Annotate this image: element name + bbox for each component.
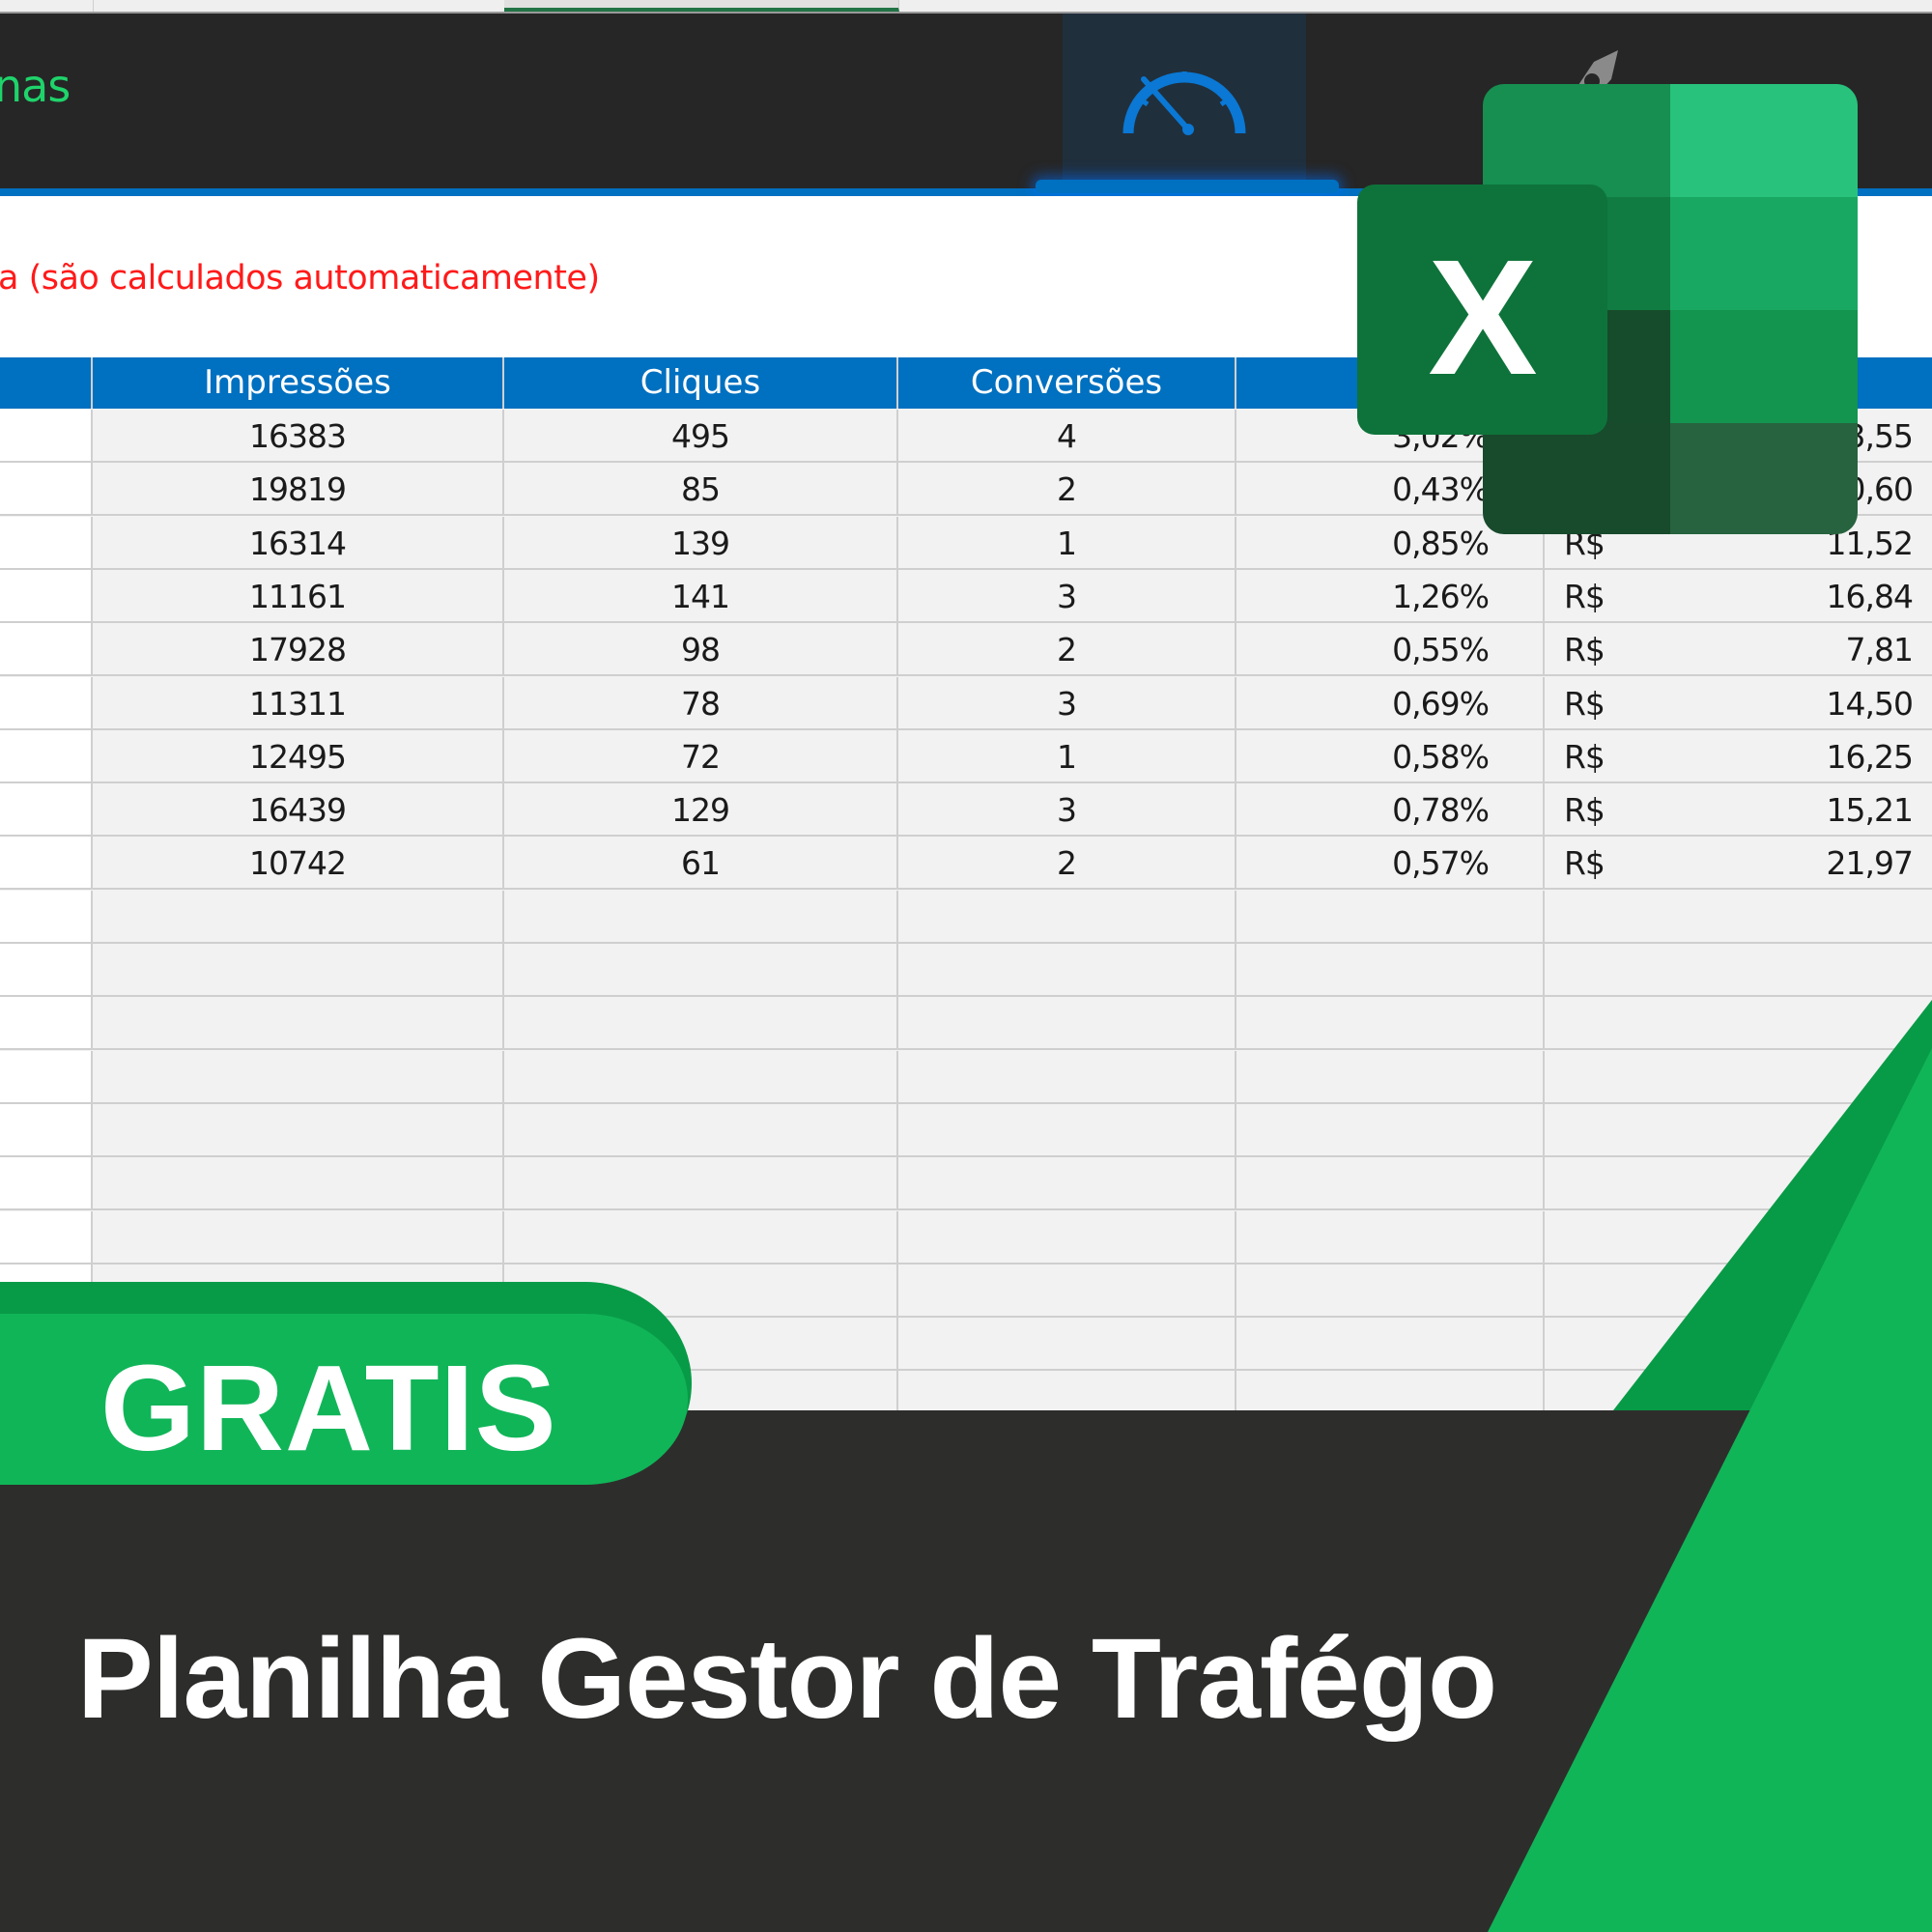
gratis-label: GRATIS: [100, 1340, 557, 1476]
banner-title: Planilha Gestor de Trafégo: [77, 1615, 1497, 1743]
